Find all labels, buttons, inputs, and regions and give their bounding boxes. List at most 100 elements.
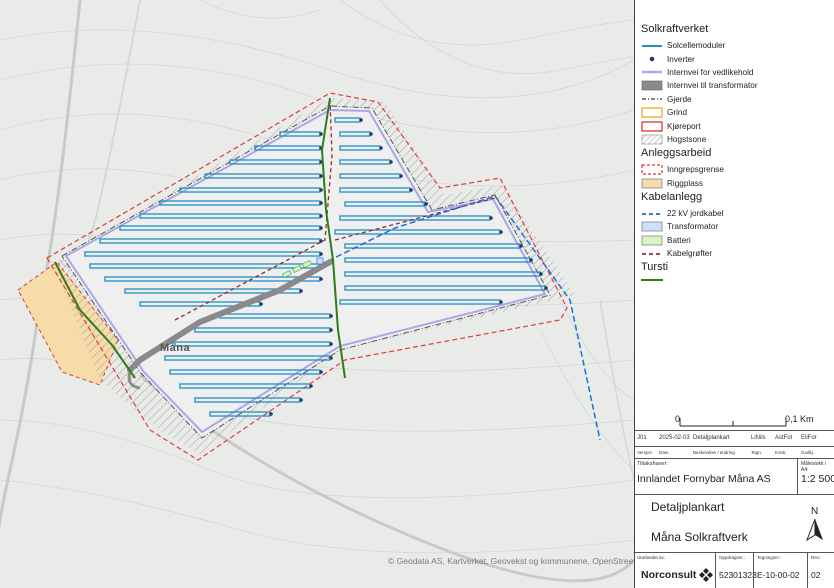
rh-checked: Kontr. bbox=[775, 449, 787, 455]
inverter-dot bbox=[319, 214, 323, 218]
map-canvas[interactable]: Måna © Geodata AS, Kartverket, Geovekst … bbox=[0, 0, 634, 588]
rev-date: 2025-02-03 bbox=[659, 434, 690, 441]
box-fill-outline-icon bbox=[641, 221, 663, 232]
legend-item-label: Gjerde bbox=[667, 94, 692, 104]
scale-label: Målestokk i A4: bbox=[801, 461, 827, 473]
divider bbox=[797, 458, 798, 494]
place-name-label: Måna bbox=[160, 342, 191, 354]
inverter-dot bbox=[389, 160, 393, 164]
scale-bar: 0 0,1 Km bbox=[641, 406, 831, 430]
legend-item-label: 22 kV jordkabel bbox=[667, 209, 724, 219]
company-logo: Norconsult bbox=[641, 568, 714, 582]
legend-item: Kjøreport bbox=[641, 119, 831, 132]
rh-drawn: Tegn. bbox=[751, 449, 763, 455]
box-fill-outline-icon bbox=[641, 235, 663, 246]
inverter-dot bbox=[319, 252, 323, 256]
order-label: Oppdragsnr.: bbox=[719, 555, 746, 560]
rev-drawn: LiNils bbox=[751, 434, 766, 441]
box-dashed-icon bbox=[641, 164, 663, 175]
divider bbox=[635, 552, 834, 553]
legend-item-label: Inverter bbox=[667, 54, 695, 64]
scale-value: 1:2 500 bbox=[801, 473, 834, 485]
box-fill-icon bbox=[641, 80, 663, 91]
inverter-dot bbox=[319, 226, 323, 230]
legend-item: Transformator bbox=[641, 220, 831, 233]
legend-heading: Anleggsarbeid bbox=[641, 147, 712, 160]
legend-item: Inverter bbox=[641, 52, 831, 65]
inverter-dot bbox=[424, 202, 428, 206]
divider bbox=[635, 494, 834, 495]
divider bbox=[807, 552, 808, 588]
legend-heading: Solkraftverket bbox=[641, 23, 709, 35]
inverter-dot bbox=[399, 174, 403, 178]
inverter-dot bbox=[359, 118, 363, 122]
revision-row: J01 2025-02-03 Detaljplankart LiNils Ast… bbox=[635, 430, 834, 445]
legend-item: Inngrepsgrense bbox=[641, 163, 831, 176]
north-label: N bbox=[811, 506, 819, 517]
inverter-dot bbox=[329, 314, 333, 318]
inverter-dot bbox=[319, 370, 323, 374]
rh-version: Versjon bbox=[637, 449, 653, 455]
inverter-dot bbox=[319, 277, 323, 281]
line-thick-icon bbox=[641, 67, 663, 78]
inverter-dot bbox=[519, 244, 523, 248]
legend-item: Batteri bbox=[641, 234, 831, 247]
inverter-dot bbox=[319, 174, 323, 178]
legend-item: Grind bbox=[641, 106, 831, 119]
legend-item: Kabelgrøfter bbox=[641, 247, 831, 260]
legend-item-label: Internvei for vedlikehold bbox=[667, 67, 754, 77]
legend-heading: Kabelanlegg bbox=[641, 190, 703, 203]
rev-approved: EliFor bbox=[801, 434, 817, 441]
legend: Solkraftverket Solcellemoduler Inverter Int… bbox=[641, 22, 831, 282]
rev-description: Detaljplankart bbox=[693, 434, 730, 441]
legend-item-label: Inngrepsgrense bbox=[667, 165, 724, 175]
box-hatch-icon bbox=[641, 134, 663, 145]
legend-item: Gjerde bbox=[641, 93, 831, 106]
drawing-value: E-10-00-02 bbox=[757, 570, 800, 580]
inverter-dot bbox=[319, 201, 323, 205]
tursti-legend-icon bbox=[641, 279, 663, 282]
legend-item: Riggplass bbox=[641, 177, 831, 190]
inverter-dot bbox=[329, 328, 333, 332]
line-solid-icon bbox=[641, 40, 663, 51]
inverter-dot bbox=[499, 230, 503, 234]
inverter-dot bbox=[319, 132, 323, 136]
line-dashed-icon bbox=[641, 248, 663, 259]
inverter-dot bbox=[529, 258, 533, 262]
norconsult-logo-icon bbox=[699, 568, 714, 582]
inverter-dot bbox=[299, 398, 303, 402]
legend-item-label: Batteri bbox=[667, 235, 691, 245]
company-name: Norconsult bbox=[641, 569, 697, 581]
rev-label: Rev.: bbox=[811, 555, 822, 560]
inverter-dot bbox=[329, 356, 333, 360]
rev-checked: AstFol bbox=[775, 434, 793, 441]
inverter-dot bbox=[539, 272, 543, 276]
inverter-dot bbox=[269, 412, 273, 416]
inverter-dot bbox=[309, 384, 313, 388]
legend-item-label: Internvei til transformator bbox=[667, 81, 758, 91]
legend-item: Internvei til transformator bbox=[641, 79, 831, 92]
plan-name: Måna Solkraftverk bbox=[651, 530, 748, 544]
legend-item: Internvei for vedlikehold bbox=[641, 66, 831, 79]
legend-item-label: Hogstsone bbox=[667, 134, 707, 144]
rh-description: Beskrivelse / endring bbox=[693, 449, 735, 455]
drawing-label: Tegningsnr.: bbox=[757, 555, 782, 560]
inverter-dot bbox=[329, 342, 333, 346]
legend-item-label: Kjøreport bbox=[667, 121, 701, 131]
line-dashed-icon bbox=[641, 208, 663, 219]
plan-type: Detaljplankart bbox=[651, 500, 725, 514]
client-label: Tiltakshaver: bbox=[637, 461, 668, 467]
dot-icon bbox=[641, 54, 663, 65]
box-fill-outline-icon bbox=[641, 178, 663, 189]
inverter-dot bbox=[369, 132, 373, 136]
legend-item: Hogstsone bbox=[641, 133, 831, 146]
inverter-dot bbox=[499, 300, 503, 304]
north-arrow-icon bbox=[806, 518, 823, 542]
inverter-dot bbox=[259, 302, 263, 306]
map-drawing bbox=[0, 0, 634, 583]
map-legend-panel: Solkraftverket Solcellemoduler Inverter Int… bbox=[634, 0, 834, 588]
rev-version: J01 bbox=[637, 434, 647, 441]
box-outline-icon bbox=[641, 107, 663, 118]
client-name: Innlandet Fornybar Måna AS bbox=[637, 473, 771, 485]
inverter-dot bbox=[319, 188, 323, 192]
